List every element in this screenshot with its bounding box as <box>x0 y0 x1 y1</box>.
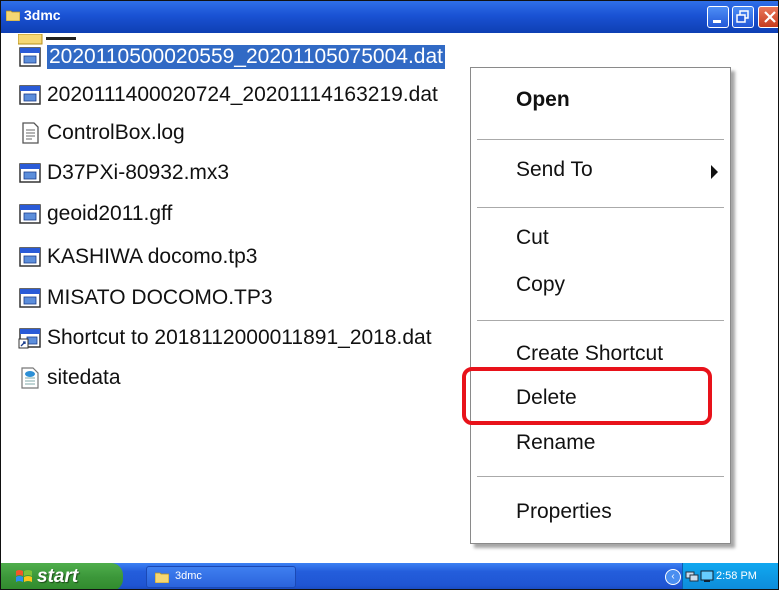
taskbar: start 3dmc ‹ 2:58 PM <box>1 563 778 589</box>
close-button[interactable] <box>758 6 778 28</box>
file-row[interactable]: Shortcut to 2018112000011891_2018.dat <box>18 323 432 353</box>
menu-item-properties[interactable]: Properties <box>516 500 612 524</box>
file-row[interactable]: ControlBox.log <box>18 118 185 148</box>
maximize-button[interactable] <box>732 6 754 28</box>
menu-item-cut[interactable]: Cut <box>516 226 549 250</box>
explorer-window: 3dmc 2020110500020559_20201105075004.dat… <box>0 0 779 590</box>
window-title: 3dmc <box>24 7 61 23</box>
windows-logo-icon <box>16 570 32 582</box>
file-name: Shortcut to 2018112000011891_2018.dat <box>47 326 432 349</box>
title-bar[interactable]: 3dmc <box>1 1 778 33</box>
data-file-icon <box>19 85 41 105</box>
delete-highlight-box <box>462 367 712 425</box>
menu-item-open[interactable]: Open <box>516 88 570 112</box>
submenu-arrow-icon <box>711 165 718 179</box>
file-name: 2020110500020559_20201105075004.dat <box>47 45 445 69</box>
folder-icon <box>6 10 20 21</box>
menu-item-send-to[interactable]: Send To <box>516 158 593 182</box>
shortcut-icon <box>18 328 41 349</box>
minimize-icon <box>713 20 721 23</box>
monitor-icon[interactable] <box>700 570 714 583</box>
data-file-icon <box>19 247 41 267</box>
data-file-icon <box>19 204 41 224</box>
close-icon <box>764 11 776 23</box>
text-file-icon <box>22 122 39 144</box>
file-row[interactable]: 2020110500020559_20201105075004.dat <box>18 42 445 72</box>
start-button[interactable]: start <box>1 563 123 589</box>
data-file-icon <box>19 47 41 67</box>
taskbar-window-button[interactable]: 3dmc <box>146 566 296 588</box>
file-name: geoid2011.gff <box>47 202 173 225</box>
menu-separator <box>477 320 724 322</box>
data-file-icon <box>19 288 41 308</box>
xml-file-icon <box>21 367 39 389</box>
file-name: MISATO DOCOMO.TP3 <box>47 286 273 309</box>
menu-separator <box>477 207 724 209</box>
file-name: 2020111400020724_20201114163219.dat <box>47 83 438 106</box>
folder-icon <box>155 572 169 583</box>
menu-item-copy[interactable]: Copy <box>516 273 565 297</box>
file-row[interactable]: KASHIWA docomo.tp3 <box>18 242 257 272</box>
file-row[interactable]: MISATO DOCOMO.TP3 <box>18 283 273 313</box>
minimize-button[interactable] <box>707 6 729 28</box>
file-name: sitedata <box>47 366 121 389</box>
menu-separator <box>477 476 724 478</box>
file-name: D37PXi-80932.mx3 <box>47 161 230 184</box>
menu-item-rename[interactable]: Rename <box>516 431 595 455</box>
file-name: ControlBox.log <box>47 121 185 144</box>
menu-item-create-shortcut[interactable]: Create Shortcut <box>516 342 663 366</box>
clock: 2:58 PM <box>716 570 757 582</box>
restore-icon <box>736 10 749 23</box>
taskbar-window-label: 3dmc <box>175 570 202 582</box>
file-row[interactable]: D37PXi-80932.mx3 <box>18 158 229 188</box>
file-row[interactable]: 2020111400020724_20201114163219.dat <box>18 80 438 110</box>
data-file-icon <box>19 163 41 183</box>
start-label: start <box>37 566 79 587</box>
file-row[interactable]: geoid2011.gff <box>18 199 172 229</box>
menu-separator <box>477 139 724 141</box>
system-tray: ‹ 2:58 PM <box>665 563 778 589</box>
network-icon[interactable] <box>685 570 699 583</box>
context-menu: Open Send To Cut Copy Create Shortcut De… <box>470 67 731 544</box>
file-row[interactable]: sitedata <box>18 363 121 393</box>
tray-expand-icon[interactable]: ‹ <box>665 569 681 585</box>
file-name: KASHIWA docomo.tp3 <box>47 245 258 268</box>
